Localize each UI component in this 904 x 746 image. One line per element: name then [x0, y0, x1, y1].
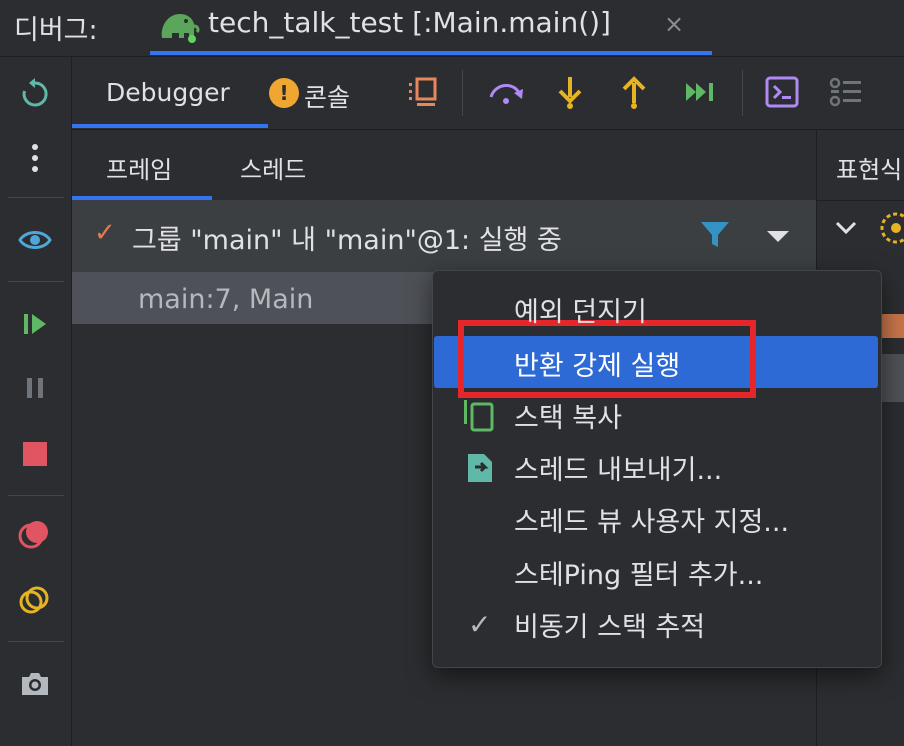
- mute-breakpoints-icon[interactable]: [14, 513, 56, 555]
- step-into-icon[interactable]: [550, 72, 590, 112]
- thread-status-check-icon: ✓: [94, 218, 116, 248]
- menu-item-async-stack-traces[interactable]: 비동기 스택 추적: [514, 605, 705, 644]
- warning-badge-icon: !: [269, 78, 299, 108]
- tab-frames[interactable]: 프레임: [106, 150, 172, 185]
- pause-icon[interactable]: [14, 367, 56, 409]
- rerun-icon[interactable]: [14, 73, 56, 115]
- stack-frame-label: main:7, Main: [138, 284, 314, 315]
- run-tab-selected-indicator: [150, 51, 712, 55]
- variables-header: 표현식: [836, 156, 903, 184]
- debug-side-toolbar: [0, 57, 72, 746]
- svg-text:!: !: [279, 81, 288, 105]
- thread-label: 그룹 "main" 내 "main"@1: 실행 중: [132, 225, 562, 256]
- menu-item-force-return[interactable]: 반환 강제 실행: [514, 344, 680, 383]
- gradle-elephant-icon: [161, 14, 200, 43]
- close-tab-icon[interactable]: ×: [664, 10, 684, 38]
- variable-row[interactable]: [880, 354, 904, 402]
- tab-debugger[interactable]: Debugger: [106, 78, 230, 107]
- resume-icon[interactable]: [14, 303, 56, 345]
- menu-item-customize-threads-view[interactable]: 스레드 뷰 사용자 지정...: [514, 500, 789, 539]
- stop-icon[interactable]: [14, 433, 56, 475]
- camera-icon[interactable]: [14, 663, 56, 705]
- evaluate-expression-icon[interactable]: [762, 72, 802, 112]
- watch-icon: [880, 212, 904, 244]
- threads-view-icon[interactable]: [826, 72, 866, 112]
- menu-item-add-stepping-filter[interactable]: 스테Ping 필터 추가...: [514, 553, 763, 592]
- view-breakpoints-icon[interactable]: [14, 219, 56, 261]
- chevron-down-icon[interactable]: [764, 226, 792, 246]
- step-out-icon[interactable]: [614, 72, 654, 112]
- filter-icon[interactable]: [698, 218, 732, 252]
- step-over-icon[interactable]: [486, 72, 526, 112]
- tab-console[interactable]: 콘솔: [304, 78, 350, 114]
- menu-item-copy-stack[interactable]: 스택 복사: [514, 396, 622, 435]
- get-thread-dump-icon[interactable]: [14, 579, 56, 621]
- menu-item-export-threads[interactable]: 스레드 내보내기...: [514, 448, 722, 487]
- frames-layout-icon[interactable]: [402, 72, 442, 112]
- variable-type-icon: [880, 314, 904, 338]
- debug-title-label: 디버그:: [14, 15, 98, 46]
- export-icon: [468, 454, 492, 482]
- run-to-cursor-icon[interactable]: [680, 72, 720, 112]
- copy-icon: [464, 400, 494, 432]
- tab-debugger-selected-indicator: [72, 124, 268, 128]
- run-tab-label: tech_talk_test [:Main.main()]: [208, 6, 611, 39]
- menu-item-throw-exception[interactable]: 예외 던지기: [514, 290, 647, 329]
- chevron-down-icon[interactable]: [834, 216, 858, 240]
- tab-threads[interactable]: 스레드: [240, 150, 306, 185]
- more-options-icon[interactable]: [14, 137, 56, 179]
- check-icon: ✓: [468, 608, 492, 641]
